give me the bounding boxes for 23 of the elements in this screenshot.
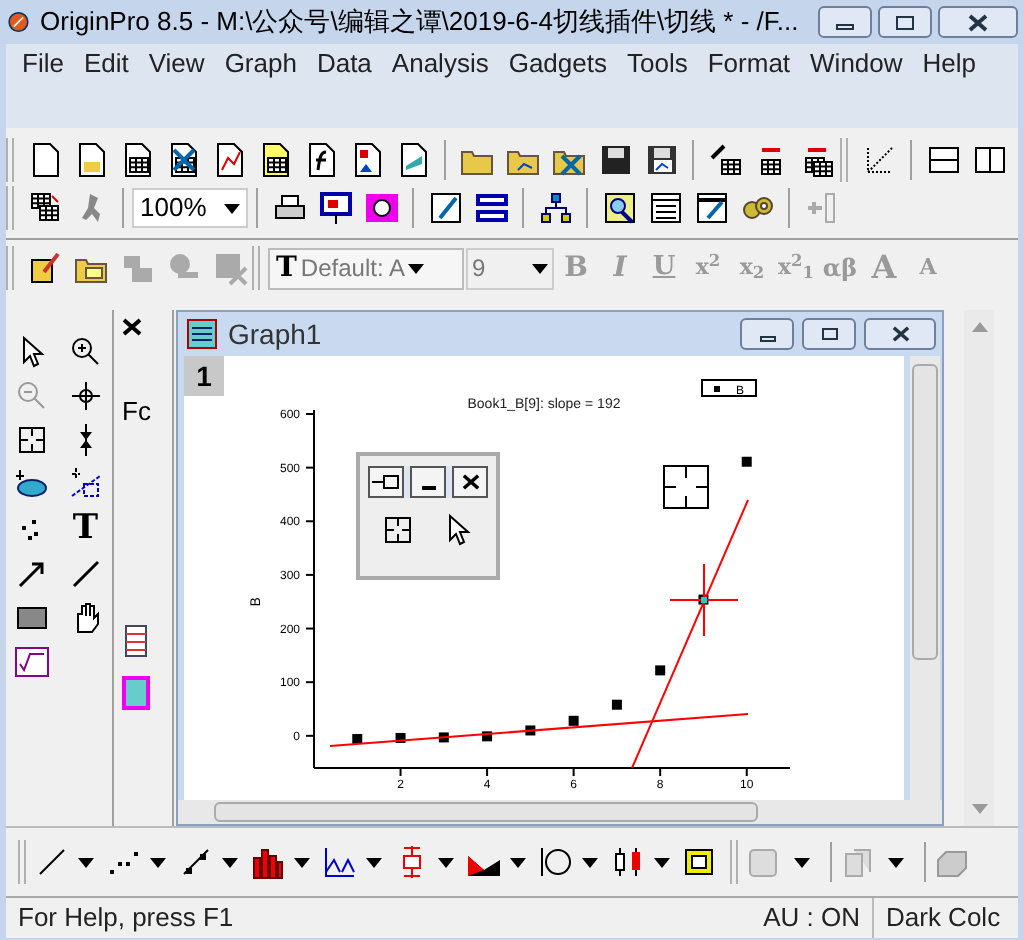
menu-item[interactable]: Tools	[617, 44, 698, 84]
menu-item[interactable]: Analysis	[381, 44, 499, 84]
zoom-dropdown[interactable]: 100%	[132, 188, 248, 228]
graph-title: Graph1	[228, 315, 324, 354]
menu-item[interactable]: Gadgets	[498, 44, 617, 84]
font-dropdown[interactable]: T Default: A	[268, 247, 464, 289]
status-text: Dark Colc	[884, 900, 1003, 937]
menu-item[interactable]: File	[12, 44, 74, 84]
menu-item[interactable]: Window	[800, 44, 913, 84]
menu-item[interactable]: View	[138, 44, 215, 84]
window-title: OriginPro 8.5 - M:\公众号\编辑之谭\2019-6-4切线插件\切线 * - /F...	[40, 4, 801, 41]
explorer-label: Fc	[122, 394, 151, 430]
font-size-dropdown[interactable]: 9	[466, 247, 554, 289]
menu-item[interactable]: Data	[306, 44, 382, 84]
status-text: For Help, press F1	[16, 900, 236, 937]
status-text: AU : ON	[751, 898, 874, 938]
font-type-icon: T	[276, 247, 297, 289]
text-tool-icon[interactable]: T	[67, 510, 104, 548]
menu-item[interactable]: Edit	[73, 44, 139, 84]
menu-item[interactable]: Help	[912, 44, 987, 84]
menu-item[interactable]: Graph	[214, 44, 307, 84]
menu-item[interactable]: Format	[697, 44, 801, 84]
layer-tab[interactable]: 1	[184, 356, 224, 396]
